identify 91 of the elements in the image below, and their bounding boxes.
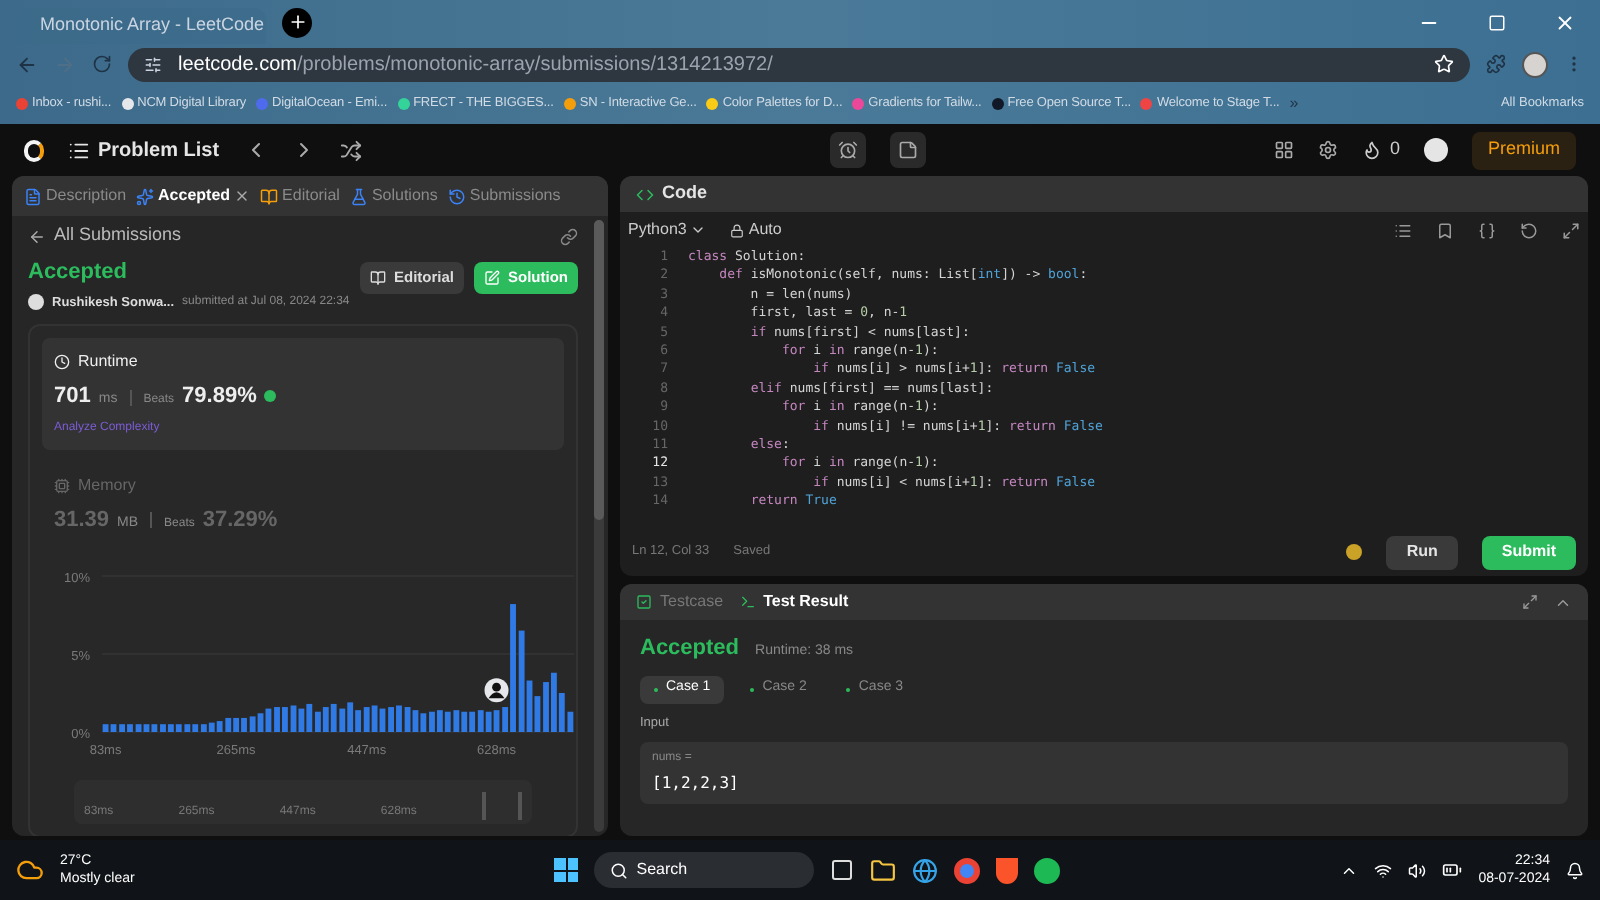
panel-tab[interactable]: Accepted [136,184,251,208]
shield-icon[interactable] [996,857,1019,883]
plus-icon [287,12,307,32]
expand-icon[interactable] [1522,594,1538,610]
run-button[interactable]: Run [1386,535,1458,569]
format-icon[interactable] [1394,221,1412,239]
book-icon [369,270,386,286]
sparkle-icon [136,187,155,205]
metric-value: 701 [54,382,91,413]
checkbox-icon [636,594,652,610]
panel-tab[interactable]: Testcase [636,590,724,614]
beats-percentage: 79.89% [182,382,257,413]
url-text: leetcode.com/problems/monotonic-array/submissions/1314213972/ [178,51,773,79]
site-info-icon[interactable] [144,55,162,73]
document-icon [24,187,42,205]
start-icon[interactable] [554,858,579,882]
edit-icon [484,270,500,286]
close-icon[interactable] [234,188,251,204]
panel-tab[interactable]: Test Result [739,590,849,614]
task-view-icon[interactable] [830,858,855,882]
bookmark-icon[interactable] [1436,221,1454,239]
folder-icon[interactable] [870,857,897,883]
chevron-down-icon [690,222,707,238]
problem-list-link[interactable]: Problem List [68,135,220,165]
list-icon [68,139,90,161]
braces-icon[interactable] [1478,221,1496,239]
parameter-value: [1,2,2,3] [652,772,741,797]
new-tab-button[interactable] [282,7,312,37]
star-icon[interactable] [1434,54,1454,74]
note-button[interactable] [889,132,926,168]
book-icon [260,187,279,205]
alarm-clock-button[interactable] [829,132,866,168]
notification-icon[interactable] [1566,861,1584,879]
tab-title: Monotonic Array - LeetCode [40,12,265,39]
lock-icon [730,223,745,237]
flame-icon [1361,140,1382,160]
volume-icon[interactable] [1408,861,1427,879]
metric-title: Memory [54,473,552,498]
search-icon [610,861,629,879]
profile-avatar[interactable] [1522,51,1548,77]
auto-mode[interactable]: Auto [730,218,782,242]
panel-tab[interactable]: Editorial [260,184,340,208]
metric-value: 31.39 [54,505,110,536]
panel-title: Code [662,180,707,207]
leetcode-logo-icon[interactable] [24,139,44,161]
note-icon [897,140,918,160]
taskbar-search[interactable]: Search [594,852,815,888]
reset-icon[interactable] [1520,221,1538,239]
battery-icon[interactable] [1442,860,1463,880]
more-bookmarks-icon[interactable]: » [1289,92,1299,116]
browser-icon[interactable] [954,857,981,883]
badge-icon [264,390,277,403]
chip-icon [54,477,70,494]
history-icon [447,187,466,205]
avatar-marker-icon [484,678,509,703]
alarm-clock-icon [837,140,858,160]
metric-title: Runtime [54,350,552,375]
clock-icon [54,354,70,371]
assistant-icon[interactable] [1346,544,1363,560]
status-text: Accepted [28,258,130,288]
language-dropdown[interactable]: Python3 [628,218,707,242]
grid-icon[interactable] [1273,140,1294,160]
author-avatar [28,294,44,311]
result-status: Accepted [640,634,740,664]
wifi-icon[interactable] [1374,861,1393,879]
user-avatar[interactable] [1423,138,1448,162]
weather-icon[interactable] [16,856,44,884]
beats-percentage: 37.29% [202,505,278,536]
link-icon[interactable] [560,227,578,245]
back-arrow-icon[interactable] [28,227,46,245]
close-icon[interactable] [1554,11,1576,33]
flask-icon [349,187,368,205]
code-icon [636,185,654,203]
panel-tab[interactable]: Description [24,184,127,208]
extensions-icon[interactable] [1486,54,1506,74]
minimap-bars-icon [481,792,522,821]
address-bar[interactable]: leetcode.com/problems/monotonic-array/submissions/1314213972/ [128,47,1470,81]
panel-tab[interactable]: Solutions [349,184,438,208]
submit-button[interactable]: Submit [1481,535,1576,569]
music-app-icon[interactable] [1034,857,1061,883]
scrollbar[interactable] [594,220,604,832]
expand-icon[interactable] [1562,221,1580,239]
settings-icon[interactable] [1317,140,1338,160]
shuffle-icon[interactable] [339,139,362,161]
restore-icon[interactable] [1488,13,1506,31]
panel-tab[interactable]: Submissions [447,184,561,208]
streak-counter[interactable]: 0 [1361,136,1400,164]
browser-icon[interactable] [912,857,939,883]
premium-button[interactable]: Premium [1471,131,1576,169]
terminal-icon [739,594,756,610]
all-submissions-link[interactable]: All Submissions [54,222,182,250]
